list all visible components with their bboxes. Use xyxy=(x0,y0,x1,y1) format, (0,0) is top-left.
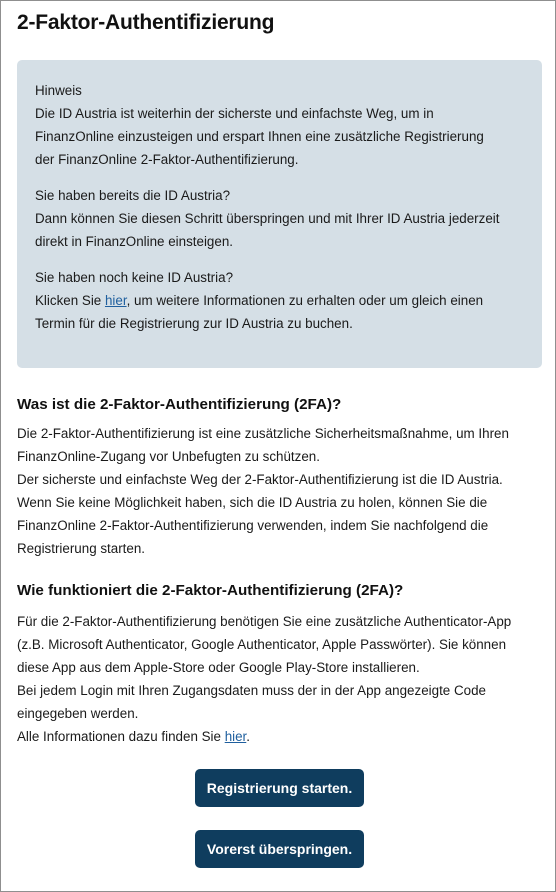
how-2fa-works-line: Bei jedem Login mit Ihren Zugangsdaten m… xyxy=(17,683,486,698)
what-is-2fa-line: Der sicherste und einfachste Weg der 2-F… xyxy=(17,472,503,487)
notice-has-id-line: Dann können Sie diesen Schritt übersprin… xyxy=(35,211,500,226)
what-is-2fa-line: Wenn Sie keine Möglichkeit haben, sich d… xyxy=(17,495,488,510)
what-is-2fa-heading: Was ist die 2-Faktor-Authentifizierung (… xyxy=(17,396,342,413)
notice-box: Hinweis Die ID Austria ist weiterhin der… xyxy=(17,60,542,368)
how-2fa-works-line: eingegeben werden. xyxy=(17,706,139,721)
how-2fa-works-heading: Wie funktioniert die 2-Faktor-Authentifi… xyxy=(17,582,404,599)
skip-for-now-button[interactable]: Vorerst überspringen. xyxy=(195,830,364,868)
what-is-2fa-line: FinanzOnline 2-Faktor-Authentifizierung … xyxy=(17,518,489,533)
how-2fa-works-info-prefix: Alle Informationen dazu finden Sie xyxy=(17,729,225,744)
how-2fa-works-line: diese App aus dem Apple-Store oder Googl… xyxy=(17,660,420,675)
2fa-info-link[interactable]: hier xyxy=(225,729,247,744)
how-2fa-works-info-line: Alle Informationen dazu finden Sie hier. xyxy=(17,725,542,748)
how-2fa-works-line: Für die 2-Faktor-Authentifizierung benöt… xyxy=(17,614,512,629)
notice-has-id: Sie haben bereits die ID Austria? Dann k… xyxy=(35,184,526,253)
what-is-2fa-line: Registrierung starten. xyxy=(17,541,146,556)
notice-no-id-line: Termin für die Registrierung zur ID Aust… xyxy=(35,316,353,331)
notice-has-id-line: direkt in FinanzOnline einsteigen. xyxy=(35,234,233,249)
notice-no-id-line: Klicken Sie hier, um weitere Information… xyxy=(35,289,526,312)
what-is-2fa-line: Die 2-Faktor-Authentifizierung ist eine … xyxy=(17,426,509,441)
what-is-2fa-text: Die 2-Faktor-Authentifizierung ist eine … xyxy=(17,422,542,560)
page-frame: 2-Faktor-Authentifizierung Hinweis Die I… xyxy=(0,0,556,892)
notice-no-id-question: Sie haben noch keine ID Austria? xyxy=(35,270,234,285)
notice-no-id-prefix: Klicken Sie xyxy=(35,293,105,308)
how-2fa-works-text: Für die 2-Faktor-Authentifizierung benöt… xyxy=(17,610,542,748)
how-2fa-works-info-suffix: . xyxy=(246,729,251,744)
notice-heading: Hinweis xyxy=(35,83,82,98)
how-2fa-works-line: (z.B. Microsoft Authenticator, Google Au… xyxy=(17,637,507,652)
what-is-2fa-line: FinanzOnline-Zugang vor Unbefugten zu sc… xyxy=(17,449,320,464)
notice-intro-line: Die ID Austria ist weiterhin der sichers… xyxy=(35,106,434,121)
notice-no-id-suffix: , um weitere Informationen zu erhalten o… xyxy=(126,293,484,308)
id-austria-info-link[interactable]: hier xyxy=(105,293,127,308)
notice-intro-line: der FinanzOnline 2-Faktor-Authentifizier… xyxy=(35,152,299,167)
notice-intro: Hinweis Die ID Austria ist weiterhin der… xyxy=(35,79,526,171)
page-title: 2-Faktor-Authentifizierung xyxy=(17,11,275,34)
notice-no-id: Sie haben noch keine ID Austria? Klicken… xyxy=(35,266,526,335)
notice-intro-line: FinanzOnline einzusteigen und erspart Ih… xyxy=(35,129,484,144)
notice-has-id-question: Sie haben bereits die ID Austria? xyxy=(35,188,231,203)
start-registration-button[interactable]: Registrierung starten. xyxy=(195,769,364,807)
